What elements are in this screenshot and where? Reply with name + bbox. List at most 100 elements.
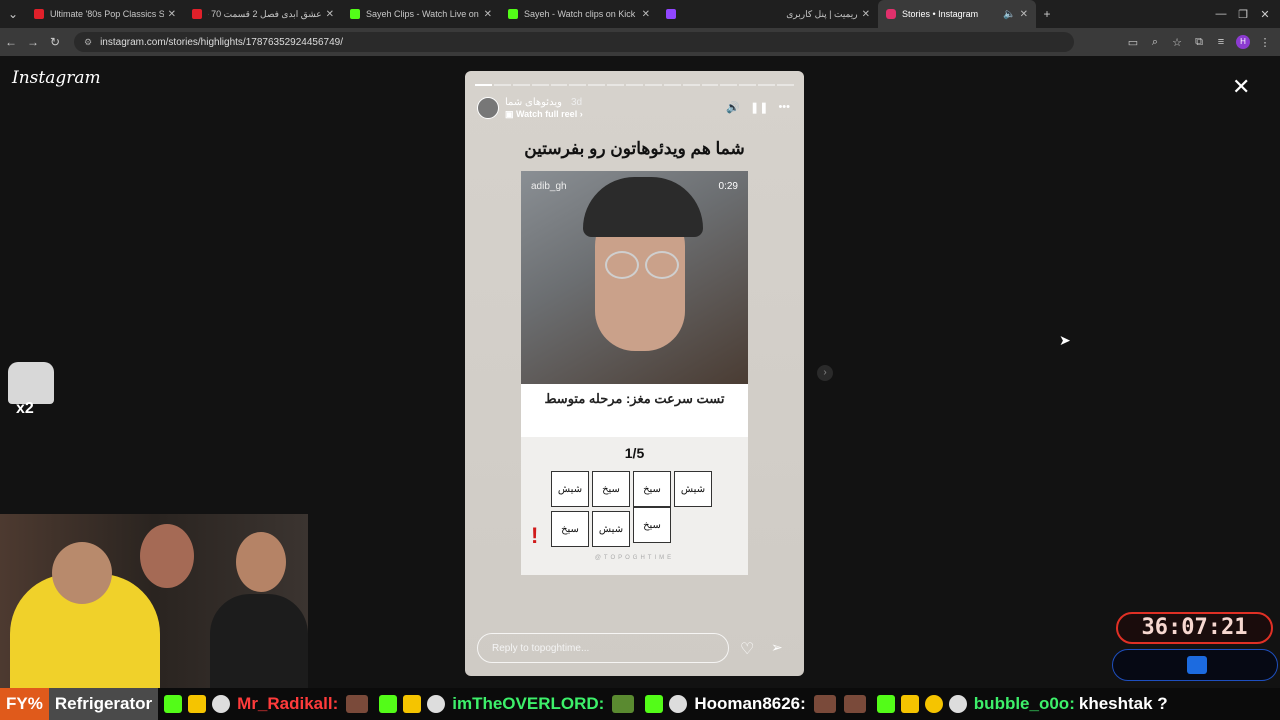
cap-graphic (583, 177, 703, 237)
twitch-icon (666, 9, 676, 19)
close-window-icon[interactable]: ✕ (1254, 8, 1276, 21)
story-card[interactable]: ویدئوهای شما 3d ▣ Watch full reel › 🔊 ❚❚… (465, 71, 804, 676)
wallet-widget (1112, 649, 1278, 681)
emote-icon (813, 695, 836, 713)
face-badge-icon (427, 695, 446, 713)
media-icon[interactable]: ≡ (1210, 36, 1232, 48)
speaker-icon[interactable]: 🔈 (1003, 9, 1015, 20)
puzzle-cell: شیش (551, 471, 589, 507)
story-headline: شما هم ویدئوهاتون رو بفرستین (524, 139, 745, 158)
cat-emote-icon (8, 362, 54, 404)
glasses-graphic (645, 251, 679, 279)
puzzle-cell: سیخ (592, 471, 630, 507)
ticker-name: Refrigerator (48, 688, 159, 720)
video-username: adib_gh (531, 181, 567, 192)
mouse-cursor-icon: ➤ (1059, 332, 1071, 348)
glasses-graphic (605, 251, 639, 279)
wallet-icon (1187, 656, 1207, 674)
tab-3[interactable]: Sayeh Clips - Watch Live on Kick ✕ (342, 0, 500, 28)
avatar[interactable] (477, 97, 499, 119)
close-tab-icon[interactable]: ✕ (326, 9, 334, 20)
person-graphic (140, 524, 194, 588)
puzzle-score: 1/5 (624, 445, 645, 461)
ticker-name: Hooman8626: (694, 694, 806, 713)
instagram-logo[interactable]: Instagram (12, 68, 101, 88)
face-badge-icon (212, 695, 231, 713)
kick-badge-icon (645, 695, 664, 713)
menu-icon[interactable]: ⋮ (1254, 36, 1276, 49)
close-tab-icon[interactable]: ✕ (642, 9, 650, 20)
more-options-icon[interactable]: ••• (778, 101, 790, 114)
toolbar-icons: ▭ ⌕ ☆ ⧉ ≡ H ⋮ (1122, 35, 1280, 49)
close-tab-icon[interactable]: ✕ (484, 9, 492, 20)
puzzle-cell: سیخ (633, 507, 671, 543)
puzzle-cell: شیش (592, 511, 630, 547)
stream-timer: 36:07:21 (1116, 612, 1273, 644)
minimize-icon[interactable]: — (1210, 8, 1232, 20)
forward-icon[interactable]: → (22, 35, 44, 49)
tab-title: Stories • Instagram (902, 9, 979, 19)
crown-badge-icon (900, 695, 919, 713)
puzzle-cell: سیخ (633, 471, 671, 507)
crown-badge-icon (188, 695, 207, 713)
close-tab-icon[interactable]: ✕ (168, 9, 176, 20)
reply-input[interactable]: Reply to topoghtime... (477, 633, 729, 663)
close-icon[interactable]: ✕ (1232, 74, 1250, 100)
instagram-icon (886, 9, 896, 19)
close-tab-icon[interactable]: ✕ (862, 9, 870, 20)
streamer-webcam (0, 514, 308, 688)
ticker-name: imTheOVERLORD: (452, 694, 605, 713)
kick-icon (350, 9, 360, 19)
chat-ticker: FY% Refrigerator Mr_Radikall: imTheOVERL… (0, 688, 1280, 720)
shared-clip: adib_gh 0:29 تست سرعت مغز: مرحله متوسط 1… (521, 171, 748, 575)
tab-title: عشق ابدی فصل 2 قسمت 70 - e (208, 8, 322, 19)
tab-5[interactable] (658, 0, 718, 28)
tab-title: Sayeh - Watch clips on Kick (524, 9, 636, 19)
tab-1[interactable]: Ultimate '80s Pop Classics Seque ✕ (26, 0, 184, 28)
story-username[interactable]: ویدئوهای شما (505, 97, 562, 108)
kick-badge-icon (379, 695, 398, 713)
close-tab-icon[interactable]: ✕ (1020, 9, 1028, 20)
address-bar: ← → ↻ ⚙ instagram.com/stories/highlights/… (0, 28, 1280, 56)
cast-icon[interactable]: ▭ (1122, 36, 1144, 49)
url-field[interactable]: ⚙ instagram.com/stories/highlights/178763… (74, 32, 1074, 52)
tab-7[interactable]: Stories • Instagram 🔈 ✕ (878, 0, 1036, 28)
tab-4[interactable]: Sayeh - Watch clips on Kick ✕ (500, 0, 658, 28)
face-badge-icon (669, 695, 688, 713)
ticker-name: bubble_o0o: (973, 694, 1075, 713)
volume-icon[interactable]: 🔊 (726, 101, 740, 114)
clip-subtitle: تست سرعت مغز: مرحله متوسط (544, 391, 725, 406)
extensions-icon[interactable]: ⧉ (1188, 36, 1210, 49)
ticker-name: kheshtak ? (1078, 694, 1168, 713)
new-tab-icon[interactable]: + (1036, 7, 1058, 21)
puzzle-cell: شیش (674, 471, 712, 507)
coin-badge-icon (924, 695, 943, 713)
back-icon[interactable]: ← (0, 35, 22, 49)
youtube-icon (192, 9, 202, 19)
watch-full-reel-label: Watch full reel (516, 109, 578, 119)
story-time: 3d (571, 97, 583, 108)
send-icon[interactable]: ➢ (771, 639, 783, 656)
pause-icon[interactable]: ❚❚ (750, 101, 768, 114)
tab-6[interactable]: ریمیت | پنل کاربری ✕ (718, 0, 878, 28)
profile-avatar[interactable]: H (1236, 35, 1250, 49)
ticker-name: Mr_Radikall: (237, 694, 339, 713)
watch-full-reel-link[interactable]: ▣ Watch full reel › (505, 109, 583, 120)
puzzle-panel: 1/5 شیش سیخ سیخ شیش سیخ شیش سیخ ! @TOPOG… (521, 437, 748, 575)
reload-icon[interactable]: ↻ (44, 35, 66, 49)
bookmark-star-icon[interactable]: ☆ (1166, 36, 1188, 49)
reel-icon: ▣ (505, 109, 517, 119)
maximize-icon[interactable]: ❐ (1232, 8, 1254, 21)
site-info-icon[interactable]: ⚙ (84, 37, 92, 48)
next-story-icon[interactable]: › (817, 365, 833, 381)
person-graphic (52, 542, 112, 604)
story-progress (475, 84, 794, 86)
tab-title: ریمیت | پنل کاربری (786, 8, 858, 19)
heart-icon[interactable]: ♡ (740, 639, 754, 659)
person-graphic (236, 532, 286, 592)
emote-icon (346, 695, 369, 713)
tab-2[interactable]: عشق ابدی فصل 2 قسمت 70 - e ✕ (184, 0, 342, 28)
zoom-icon[interactable]: ⌕ (1144, 36, 1166, 49)
tab-search-icon[interactable]: ⌄ (0, 7, 26, 21)
kick-badge-icon (876, 695, 895, 713)
